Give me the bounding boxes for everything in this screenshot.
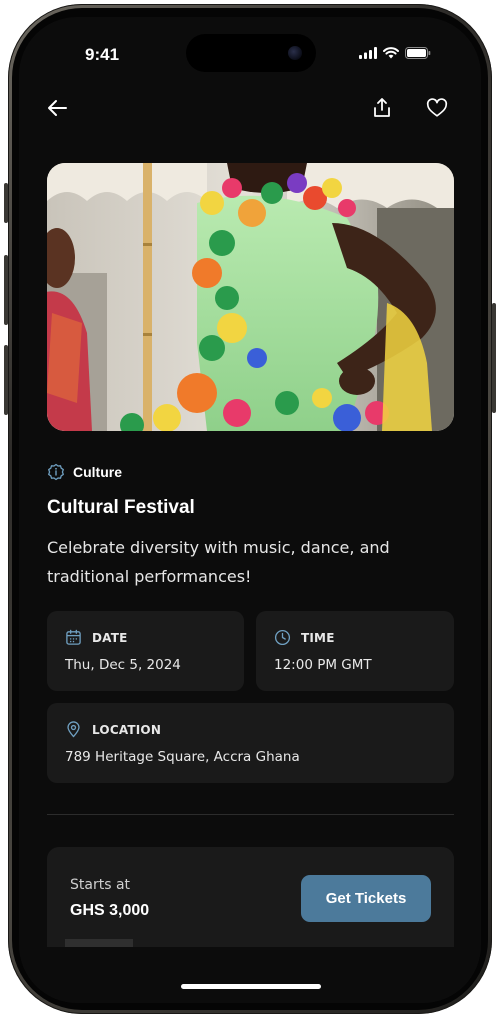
- volume-down-button: [4, 345, 8, 415]
- bottom-safe-area: [19, 947, 481, 1003]
- ticket-price: GHS 3,000: [70, 902, 150, 919]
- info-badge-icon: [48, 463, 64, 481]
- location-card-header: LOCATION: [65, 721, 161, 738]
- share-button[interactable]: [366, 92, 398, 124]
- time-card: TIME 12:00 PM GMT: [256, 611, 454, 691]
- get-tickets-button[interactable]: Get Tickets: [301, 875, 431, 922]
- section-divider: [47, 814, 454, 815]
- favorite-button[interactable]: [421, 92, 453, 124]
- event-title: Cultural Festival: [47, 497, 195, 518]
- calendar-icon: [66, 629, 81, 645]
- battery-icon: [405, 47, 431, 59]
- date-label: DATE: [92, 630, 128, 645]
- location-card[interactable]: LOCATION 789 Heritage Square, Accra Ghan…: [47, 703, 454, 783]
- status-time: 9:41: [85, 45, 120, 64]
- location-value: 789 Heritage Square, Accra Ghana: [65, 749, 300, 765]
- time-label: TIME: [301, 630, 335, 645]
- status-bar: 9:41: [19, 17, 481, 93]
- starts-at-label: Starts at: [70, 877, 131, 893]
- action-button: [4, 183, 8, 223]
- time-card-header: TIME: [274, 629, 335, 646]
- map-pin-icon: [67, 721, 80, 738]
- cellular-signal-icon: [359, 47, 377, 59]
- app-screen: 9:41 Culture Cultural Festival Celebrate…: [19, 17, 481, 1003]
- home-indicator[interactable]: [181, 984, 321, 989]
- time-value: 12:00 PM GMT: [274, 657, 372, 673]
- status-icons: [359, 47, 431, 59]
- event-description: Celebrate diversity with music, dance, a…: [47, 538, 390, 586]
- clock-icon: [274, 629, 291, 646]
- volume-up-button: [4, 255, 8, 325]
- share-upload-icon: [374, 98, 390, 117]
- category-tag: Culture: [47, 463, 122, 481]
- power-button: [492, 303, 496, 413]
- top-navigation: [19, 87, 481, 131]
- festival-dancer-photo: [47, 163, 454, 431]
- event-hero-image: [47, 163, 454, 431]
- dynamic-island: [186, 34, 316, 72]
- heart-outline-icon: [426, 98, 448, 117]
- front-camera-icon: [288, 46, 302, 60]
- category-label: Culture: [73, 464, 122, 480]
- date-card: DATE Thu, Dec 5, 2024: [47, 611, 244, 691]
- date-card-header: DATE: [65, 629, 128, 646]
- location-label: LOCATION: [92, 722, 162, 737]
- date-value: Thu, Dec 5, 2024: [65, 657, 181, 673]
- back-button[interactable]: [41, 92, 73, 124]
- arrow-left-icon: [48, 100, 67, 116]
- wifi-icon: [383, 47, 399, 59]
